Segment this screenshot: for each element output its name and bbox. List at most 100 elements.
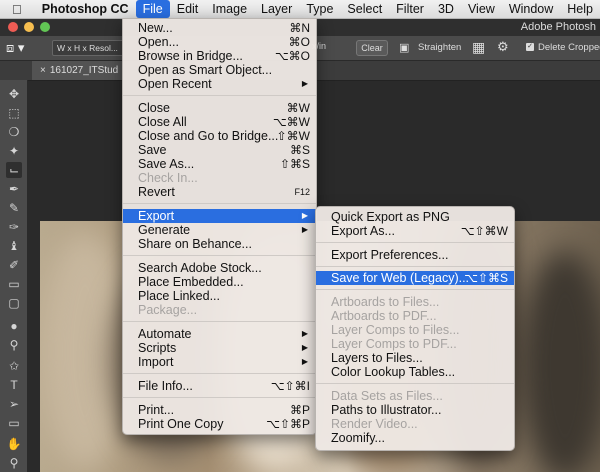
type-icon[interactable]: T: [6, 377, 22, 393]
menu-separator: [316, 289, 514, 290]
export-item-layers-to-files[interactable]: Layers to Files...: [316, 351, 514, 365]
crop-icon[interactable]: ⌙: [6, 162, 22, 178]
file-menu-item-print[interactable]: Print... ⌘P: [123, 403, 316, 417]
menu-separator: [123, 255, 316, 256]
rectangle-icon[interactable]: ▭: [6, 415, 22, 431]
file-menu-item-print-one-copy[interactable]: Print One Copy ⌥⇧⌘P: [123, 417, 316, 431]
hand-icon[interactable]: ✋: [6, 436, 22, 452]
file-menu-item-file-info[interactable]: File Info... ⌥⇧⌘I: [123, 379, 316, 393]
path-select-icon[interactable]: ➢: [6, 396, 22, 412]
menu-photoshop[interactable]: Photoshop CC: [35, 0, 136, 18]
file-menu-item-revert[interactable]: Revert F12: [123, 185, 316, 199]
close-tab-icon[interactable]: ×: [40, 65, 46, 76]
export-item-save-for-web[interactable]: Save for Web (Legacy)... ⌥⇧⌘S: [316, 271, 514, 285]
zoom-icon[interactable]: ⚲: [6, 455, 22, 471]
file-menu-item-close-all[interactable]: Close All ⌥⌘W: [123, 115, 316, 129]
export-item-layer-comps-to-pdf: Layer Comps to PDF...: [331, 337, 457, 351]
straighten-icon[interactable]: ▣: [399, 41, 409, 54]
menu-view[interactable]: View: [461, 0, 502, 18]
straighten-label[interactable]: Straighten: [418, 42, 461, 53]
menu-image[interactable]: Image: [205, 0, 254, 18]
file-menu-item-save-as[interactable]: Save As... ⇧⌘S: [123, 157, 316, 171]
export-item-artboards-to-pdf: Artboards to PDF...: [331, 309, 437, 323]
file-menu-item-close-and-go-to-bridge[interactable]: Close and Go to Bridge... ⇧⌘W: [123, 129, 316, 143]
file-menu-item-generate[interactable]: Generate ▶: [123, 223, 316, 237]
move-icon[interactable]: ✥: [6, 86, 22, 102]
export-item-export-as[interactable]: Export As... ⌥⇧⌘W: [316, 224, 514, 238]
file-menu-item-export[interactable]: Export ▶: [123, 209, 316, 223]
file-menu-item-open-recent[interactable]: Open Recent ▶: [123, 77, 316, 91]
submenu-arrow-icon: ▶: [301, 211, 308, 220]
gradient-icon[interactable]: ▢: [6, 295, 22, 311]
apple-icon[interactable]: : [12, 2, 23, 17]
file-menu-item-automate[interactable]: Automate ▶: [123, 327, 316, 341]
menu-separator: [123, 373, 316, 374]
pen-icon[interactable]: ✩: [6, 358, 22, 374]
menu-bar:  Photoshop CC File Edit Image Layer Typ…: [0, 0, 600, 19]
file-menu-item-search-adobe-stock[interactable]: Search Adobe Stock...: [123, 261, 316, 275]
gear-icon[interactable]: ⚙: [497, 39, 509, 55]
grid-overlay-icon[interactable]: ▦: [472, 39, 485, 56]
blur-icon[interactable]: ●: [6, 318, 22, 334]
minimize-window-button[interactable]: [24, 22, 34, 32]
export-item-quick-export-png[interactable]: Quick Export as PNG: [316, 210, 514, 224]
healing-brush-icon[interactable]: ✎: [6, 200, 22, 216]
menu-type[interactable]: Type: [299, 0, 340, 18]
menu-separator: [123, 95, 316, 96]
export-item-data-sets-as-files: Data Sets as Files...: [331, 389, 443, 403]
file-menu-item-share-on-behance[interactable]: Share on Behance...: [123, 237, 316, 251]
history-brush-icon[interactable]: ✐: [6, 257, 22, 273]
clone-stamp-icon[interactable]: ♝: [6, 238, 22, 254]
file-menu-item-import[interactable]: Import ▶: [123, 355, 316, 369]
dodge-icon[interactable]: ⚲: [6, 337, 22, 353]
file-menu-item-close[interactable]: Close ⌘W: [123, 101, 316, 115]
zoom-window-button[interactable]: [40, 22, 50, 32]
eyedropper-icon[interactable]: ✒: [6, 181, 22, 197]
menu-help[interactable]: Help: [560, 0, 600, 18]
file-menu-item-open[interactable]: Open... ⌘O: [123, 35, 316, 49]
lasso-icon[interactable]: ❍: [6, 124, 22, 140]
export-item-paths-to-illustrator[interactable]: Paths to Illustrator...: [316, 403, 514, 417]
delete-cropped-checkbox[interactable]: ✓: [526, 43, 534, 51]
window-title: Adobe Photosh: [520, 21, 596, 33]
submenu-arrow-icon: ▶: [301, 329, 308, 338]
file-menu-item-place-embedded[interactable]: Place Embedded...: [123, 275, 316, 289]
delete-cropped-label: Delete Cropped P: [538, 42, 600, 53]
document-tab[interactable]: × 161027_ITStud: [32, 61, 130, 80]
file-menu-item-save[interactable]: Save ⌘S: [123, 143, 316, 157]
export-item-render-video: Render Video...: [331, 417, 418, 431]
menu-layer[interactable]: Layer: [254, 0, 299, 18]
menu-separator: [123, 397, 316, 398]
file-menu-item-place-linked[interactable]: Place Linked...: [123, 289, 316, 303]
eraser-icon[interactable]: ▭: [6, 276, 22, 292]
menu-file[interactable]: File: [135, 0, 170, 18]
file-menu-item-open-as-smart-object[interactable]: Open as Smart Object...: [123, 63, 316, 77]
document-tab-title: 161027_ITStud: [49, 65, 119, 76]
marquee-icon[interactable]: ⬚: [6, 105, 22, 121]
file-menu-item-new[interactable]: New... ⌘N: [123, 21, 316, 35]
export-item-layer-comps-to-files: Layer Comps to Files...: [331, 323, 460, 337]
menu-filter[interactable]: Filter: [389, 0, 431, 18]
file-menu-item-scripts[interactable]: Scripts ▶: [123, 341, 316, 355]
file-menu-item-browse-in-bridge[interactable]: Browse in Bridge... ⌥⌘O: [123, 49, 316, 63]
menu-separator: [316, 242, 514, 243]
menu-separator: [123, 203, 316, 204]
menu-separator: [316, 266, 514, 267]
menu-window[interactable]: Window: [502, 0, 560, 18]
submenu-arrow-icon: ▶: [301, 225, 308, 234]
file-menu-item-package: Package...: [138, 303, 198, 317]
crop-preset-icon[interactable]: ⧈ ▾: [6, 39, 36, 57]
file-menu: New... ⌘N Open... ⌘O Browse in Bridge... ⌥⌘…: [122, 18, 317, 435]
ratio-select[interactable]: W x H x Resol...: [52, 40, 124, 56]
brush-icon[interactable]: ✑: [6, 219, 22, 235]
close-window-button[interactable]: [8, 22, 18, 32]
quick-select-icon[interactable]: ✦: [6, 143, 22, 159]
export-item-color-lookup-tables[interactable]: Color Lookup Tables...: [316, 365, 514, 379]
menu-3d[interactable]: 3D: [431, 0, 461, 18]
menu-separator: [123, 321, 316, 322]
clear-button[interactable]: Clear: [356, 40, 388, 56]
menu-select[interactable]: Select: [340, 0, 389, 18]
export-item-export-preferences[interactable]: Export Preferences...: [316, 248, 514, 262]
menu-edit[interactable]: Edit: [170, 0, 206, 18]
export-item-zoomify[interactable]: Zoomify...: [316, 431, 514, 445]
